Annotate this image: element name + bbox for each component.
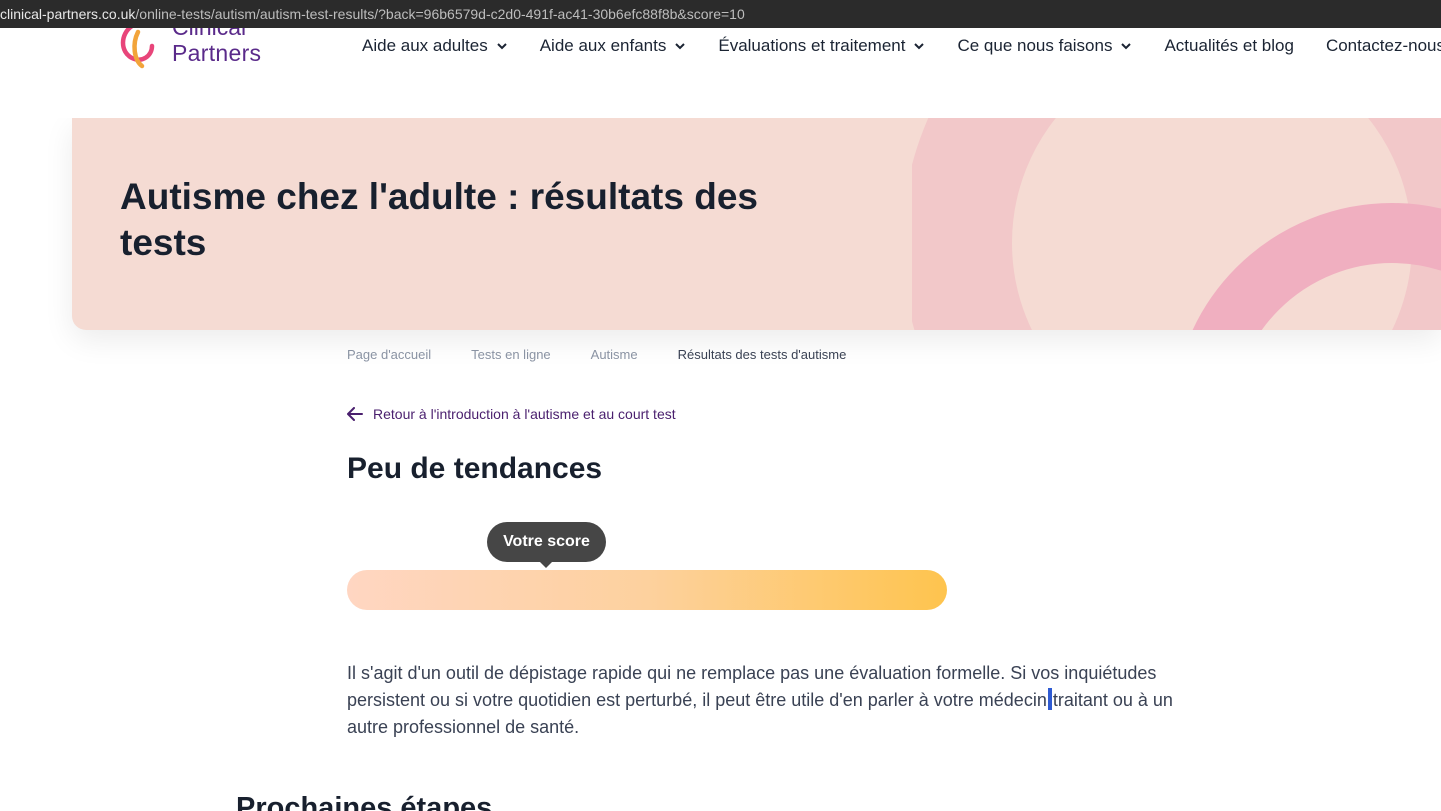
logo-text-clinical: Clinical <box>172 28 246 39</box>
nav-item-what-we-do[interactable]: Ce que nous faisons <box>957 36 1132 56</box>
arrow-left-icon <box>347 407 363 421</box>
breadcrumb-home[interactable]: Page d'accueil <box>347 347 431 362</box>
text-cursor <box>1047 688 1052 710</box>
nav-item-label: Aide aux adultes <box>362 36 488 55</box>
logo-mark-icon <box>120 28 155 69</box>
nav-item-label: Aide aux enfants <box>539 36 667 55</box>
chevron-down-icon <box>914 43 925 50</box>
score-tooltip-label: Votre score <box>503 533 590 550</box>
chevron-down-icon <box>1121 43 1132 50</box>
nav-item-label: Contactez-nous <box>1325 36 1441 55</box>
browser-url-bar[interactable]: clinical-partners.co.uk/online-tests/aut… <box>0 0 1441 28</box>
page-title: Autisme chez l'adulte : résultats des te… <box>120 176 758 263</box>
breadcrumb-autism[interactable]: Autisme <box>591 347 638 362</box>
nav-item-child-help[interactable]: Aide aux enfants <box>540 36 687 56</box>
nav-item-assessments[interactable]: Évaluations et traitement <box>718 36 925 56</box>
nav-item-adult-help[interactable]: Aide aux adultes <box>362 36 508 56</box>
nav-item-news-blog[interactable]: Actualités et blog <box>1164 36 1293 56</box>
result-title: Peu de tendances <box>347 452 603 485</box>
chevron-down-icon <box>675 43 686 50</box>
disclaimer-paragraph: Il s'agit d'un outil de dépistage rapide… <box>347 660 1207 741</box>
url-host: clinical-partners.co.uk <box>0 6 136 22</box>
logo[interactable]: Clinical Partners <box>118 28 278 74</box>
score-tooltip-pointer <box>539 561 553 568</box>
breadcrumb-online-tests[interactable]: Tests en ligne <box>471 347 551 362</box>
disclaimer-text-part1: Il s'agit d'un outil de dépistage rapide… <box>347 663 1157 710</box>
main-nav: Aide aux adultes Aide aux enfants Évalua… <box>362 36 1441 56</box>
next-steps-heading: Prochaines étapes <box>236 792 493 811</box>
logo-text-partners: Partners <box>172 40 262 66</box>
decorative-arcs <box>912 118 1441 330</box>
chevron-down-icon <box>496 43 507 50</box>
back-link[interactable]: Retour à l'introduction à l'autisme et a… <box>347 406 676 422</box>
score-bar <box>347 570 947 610</box>
breadcrumb: Page d'accueil Tests en ligne Autisme Ré… <box>347 347 846 362</box>
site-header: Clinical Partners Aide aux adultes Aide … <box>0 28 1441 118</box>
score-tooltip: Votre score <box>487 522 606 562</box>
back-link-label: Retour à l'introduction à l'autisme et a… <box>373 406 676 422</box>
nav-item-contact[interactable]: Contactez-nous <box>1326 36 1441 56</box>
hero-banner: Autisme chez l'adulte : résultats des te… <box>72 118 1441 330</box>
breadcrumb-current: Résultats des tests d'autisme <box>677 347 847 362</box>
nav-item-label: Évaluations et traitement <box>718 36 906 55</box>
nav-item-label: Actualités et blog <box>1164 36 1294 55</box>
nav-item-label: Ce que nous faisons <box>957 36 1113 55</box>
url-path: /online-tests/autism/autism-test-results… <box>135 6 745 22</box>
